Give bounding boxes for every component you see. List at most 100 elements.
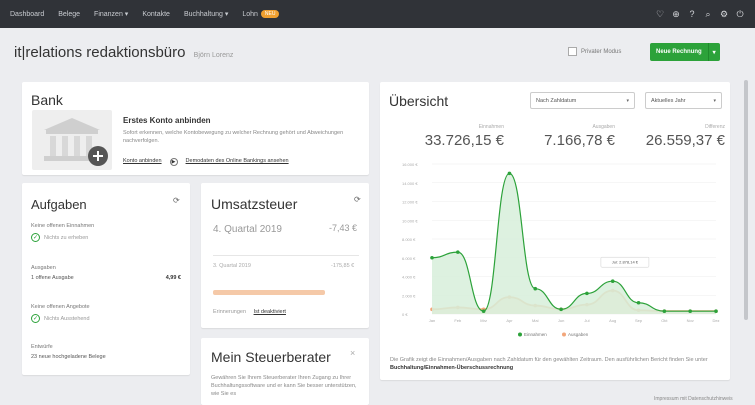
new-invoice-button[interactable]: Neue Rechnung ▾ bbox=[650, 43, 720, 61]
page-header: it|relations redaktionsbüro Björn Lorenz… bbox=[0, 28, 755, 78]
x-tick-label: Aug bbox=[609, 318, 616, 323]
x-tick-label: Mrz bbox=[480, 318, 487, 323]
task-item: 1 offene Ausgabe bbox=[31, 275, 74, 281]
overview-note: Die Grafik zeigt die Einnahmen/Ausgaben … bbox=[390, 356, 720, 372]
reminder-label: Erinnerungen bbox=[213, 309, 247, 315]
income-expense-chart: 16.000 € 14.000 € 12.000 € 10.000 € 8.000 € 6… bbox=[402, 162, 720, 337]
kpi-value: 7.166,78 € bbox=[544, 132, 615, 149]
task-row[interactable]: 1 offene Ausgabe 4,99 € bbox=[31, 275, 181, 281]
footer-imprint-link[interactable]: Impressum mit Datenschutzhinweis bbox=[654, 396, 733, 402]
kpi-value: 33.726,15 € bbox=[424, 132, 504, 149]
task-row[interactable]: ✓ Nichts zu erheben bbox=[31, 233, 181, 242]
new-badge: NEU bbox=[260, 10, 280, 18]
x-tick-label: Feb bbox=[454, 318, 462, 323]
y-tick-label: 4.000 € bbox=[402, 275, 416, 280]
period-select[interactable]: Aktuelles Jahr ▾ bbox=[645, 92, 722, 109]
plus-circle-icon[interactable]: ⊕ bbox=[671, 9, 681, 20]
nav-kontakte[interactable]: Kontakte bbox=[142, 11, 170, 18]
advisor-description: Gewähren Sie Ihrem Steuerberater Ihren Z… bbox=[211, 375, 357, 397]
kpi-label: Einnahmen bbox=[478, 124, 504, 130]
date-mode-select[interactable]: Nach Zahldatum ▾ bbox=[530, 92, 635, 109]
x-tick-label: Nov bbox=[687, 318, 694, 323]
search-icon[interactable]: ⌕ bbox=[703, 9, 713, 20]
advisor-title: Mein Steuerberater bbox=[211, 349, 331, 365]
kpi-difference: Differenz 26.559,37 € bbox=[632, 124, 725, 149]
data-point bbox=[559, 307, 563, 312]
chevron-down-icon[interactable]: ▾ bbox=[707, 43, 720, 61]
data-point bbox=[533, 286, 538, 291]
nav-lohn-label: Lohn bbox=[242, 10, 258, 18]
bank-heading: Erstes Konto anbinden bbox=[123, 116, 211, 125]
y-tick-label: 14.000 € bbox=[402, 181, 418, 186]
power-icon[interactable]: ⏻ bbox=[735, 9, 745, 20]
x-tick-label: Dez bbox=[712, 318, 719, 323]
legend-label: Einnahmen bbox=[524, 332, 547, 337]
settings-icon[interactable]: ⚙ bbox=[719, 9, 729, 20]
y-tick-label: 12.000 € bbox=[402, 200, 418, 205]
eur-report-link[interactable]: Buchhaltung/Einnahmen-Überschussrechnung bbox=[390, 365, 513, 371]
close-icon[interactable]: × bbox=[350, 348, 355, 358]
bank-building-icon bbox=[32, 110, 112, 170]
kpi-income: Einnahmen 33.726,15 € bbox=[410, 124, 504, 149]
help-icon[interactable]: ? bbox=[687, 9, 697, 20]
x-tick-label: Sep bbox=[635, 318, 643, 323]
page-scrollbar[interactable] bbox=[744, 80, 748, 320]
nav-dashboard[interactable]: Dashboard bbox=[10, 11, 44, 18]
period-value: Aktuelles Jahr bbox=[651, 97, 686, 104]
task-group-expenses: Ausgaben 1 offene Ausgabe 4,99 € bbox=[31, 265, 181, 281]
y-tick-label: 10.000 € bbox=[402, 218, 418, 223]
data-point bbox=[636, 300, 641, 305]
data-point bbox=[481, 309, 486, 313]
task-row[interactable]: 23 neue hochgeladene Belege bbox=[31, 354, 181, 360]
tax-advisor-card: Mein Steuerberater × Gewähren Sie Ihrem … bbox=[201, 338, 369, 405]
task-item: Nichts zu erheben bbox=[44, 234, 89, 241]
reminder-link[interactable]: Ist deaktiviert bbox=[254, 309, 286, 315]
divider bbox=[213, 255, 359, 256]
nav-lohn[interactable]: Lohn NEU bbox=[242, 10, 280, 18]
vat-title: Umsatzsteuer bbox=[211, 196, 298, 212]
task-group-offers: Keine offenen Angebote ✓ Nichts Ausstehe… bbox=[31, 304, 181, 323]
refresh-icon[interactable]: ⟳ bbox=[354, 195, 361, 204]
x-tick-label: Jan bbox=[429, 318, 435, 323]
demo-banking-link[interactable]: Demodaten des Online Bankings ansehen bbox=[186, 158, 289, 166]
bank-links: Konto anbinden ▶ Demodaten des Online Ba… bbox=[123, 158, 289, 166]
nav-finanzen[interactable]: Finanzen ▾ bbox=[94, 10, 128, 18]
arrow-right-icon: ▶ bbox=[169, 158, 178, 166]
nav-belege[interactable]: Belege bbox=[58, 11, 80, 18]
kpi-label: Differenz bbox=[705, 124, 725, 130]
task-item: 23 neue hochgeladene Belege bbox=[31, 354, 106, 360]
connect-account-link[interactable]: Konto anbinden bbox=[123, 158, 162, 166]
data-point bbox=[662, 309, 667, 313]
y-tick-label: 16.000 € bbox=[402, 162, 418, 167]
heart-icon[interactable]: ♡ bbox=[655, 9, 665, 20]
task-row[interactable]: ✓ Nichts Ausstehend bbox=[31, 314, 181, 323]
chevron-down-icon: ▾ bbox=[713, 97, 716, 104]
bank-description: Sofort erkennen, welche Kontobewegung zu… bbox=[123, 130, 344, 144]
tasks-title: Aufgaben bbox=[31, 197, 87, 212]
y-tick-label: 2.000 € bbox=[402, 293, 416, 298]
new-invoice-label: Neue Rechnung bbox=[656, 49, 702, 55]
bank-card: Bank Erstes Konto anbinden Sofort erkenn… bbox=[22, 82, 369, 175]
task-group-title: Ausgaben bbox=[31, 265, 56, 271]
y-tick-label: 8.000 € bbox=[402, 237, 416, 242]
refresh-icon[interactable]: ⟳ bbox=[173, 196, 180, 205]
x-tick-label: Mai bbox=[532, 318, 539, 323]
nav-buchhaltung[interactable]: Buchhaltung ▾ bbox=[184, 10, 228, 18]
x-tick-label: Jul bbox=[584, 318, 589, 323]
task-group-title: Keine offenen Einnahmen bbox=[31, 223, 95, 229]
data-point bbox=[430, 255, 434, 260]
private-mode-checkbox[interactable] bbox=[568, 47, 577, 56]
private-mode-label: Privater Modus bbox=[581, 48, 622, 55]
vat-q4-value: -7,43 € bbox=[329, 223, 358, 233]
owner-name: Björn Lorenz bbox=[193, 52, 234, 59]
vat-q4-label: 4. Quartal 2019 bbox=[213, 224, 282, 235]
vat-q3-value: -175,85 € bbox=[331, 263, 355, 269]
company-name: it|relations redaktionsbüro Björn Lorenz bbox=[14, 44, 233, 61]
private-mode-toggle[interactable]: Privater Modus bbox=[568, 47, 621, 56]
overview-title: Übersicht bbox=[389, 93, 449, 109]
company-title: it|relations redaktionsbüro bbox=[14, 44, 186, 61]
data-point bbox=[714, 309, 718, 313]
tooltip-text: Jul: 2.878,14 € bbox=[612, 260, 639, 265]
x-tick-label: Jun bbox=[558, 318, 564, 323]
legend-label: Ausgaben bbox=[568, 332, 589, 337]
